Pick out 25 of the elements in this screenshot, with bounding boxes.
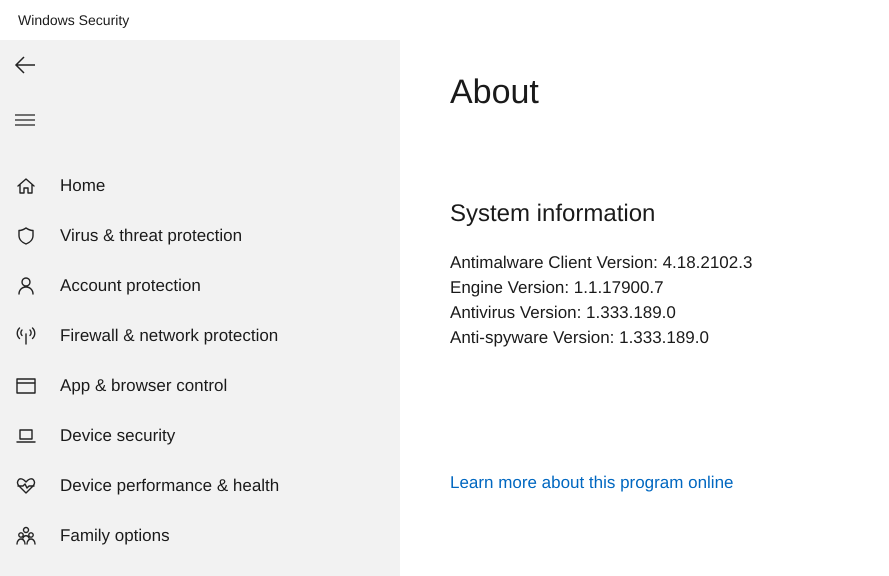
page-title: About	[450, 72, 540, 113]
info-line: Antimalware Client Version: 4.18.2102.3	[450, 252, 754, 274]
sidebar-item[interactable]: Virus & threat protection	[0, 211, 400, 261]
sidebar-item[interactable]: Account protection	[0, 261, 400, 311]
window-icon	[16, 376, 36, 396]
info-line: Engine Version: 1.1.17900.7	[450, 277, 665, 299]
sidebar-item[interactable]: Device performance & health	[0, 461, 400, 511]
window-title: Windows Security	[18, 10, 130, 30]
section-title: System information	[450, 199, 656, 229]
shield-icon	[16, 226, 36, 246]
person-icon	[16, 276, 36, 296]
heart-icon	[16, 476, 36, 496]
info-line: Antivirus Version: 1.333.189.0	[450, 302, 677, 324]
sidebar-item[interactable]: Device security	[0, 411, 400, 461]
back-icon	[14, 56, 36, 74]
antenna-icon	[16, 326, 36, 346]
menu-icon	[14, 113, 36, 127]
sidebar-item[interactable]: App & browser control	[0, 361, 400, 411]
family-icon	[16, 526, 36, 546]
program-info-link[interactable]: Learn more about this program online	[450, 470, 734, 496]
sidebar-item[interactable]: Firewall & network protection	[0, 311, 400, 361]
sidebar-item[interactable]: Family options	[0, 511, 400, 561]
home-icon	[16, 176, 36, 196]
sidebar-item[interactable]: Home	[0, 161, 400, 211]
info-line: Anti-spyware Version: 1.333.189.0	[450, 327, 710, 349]
